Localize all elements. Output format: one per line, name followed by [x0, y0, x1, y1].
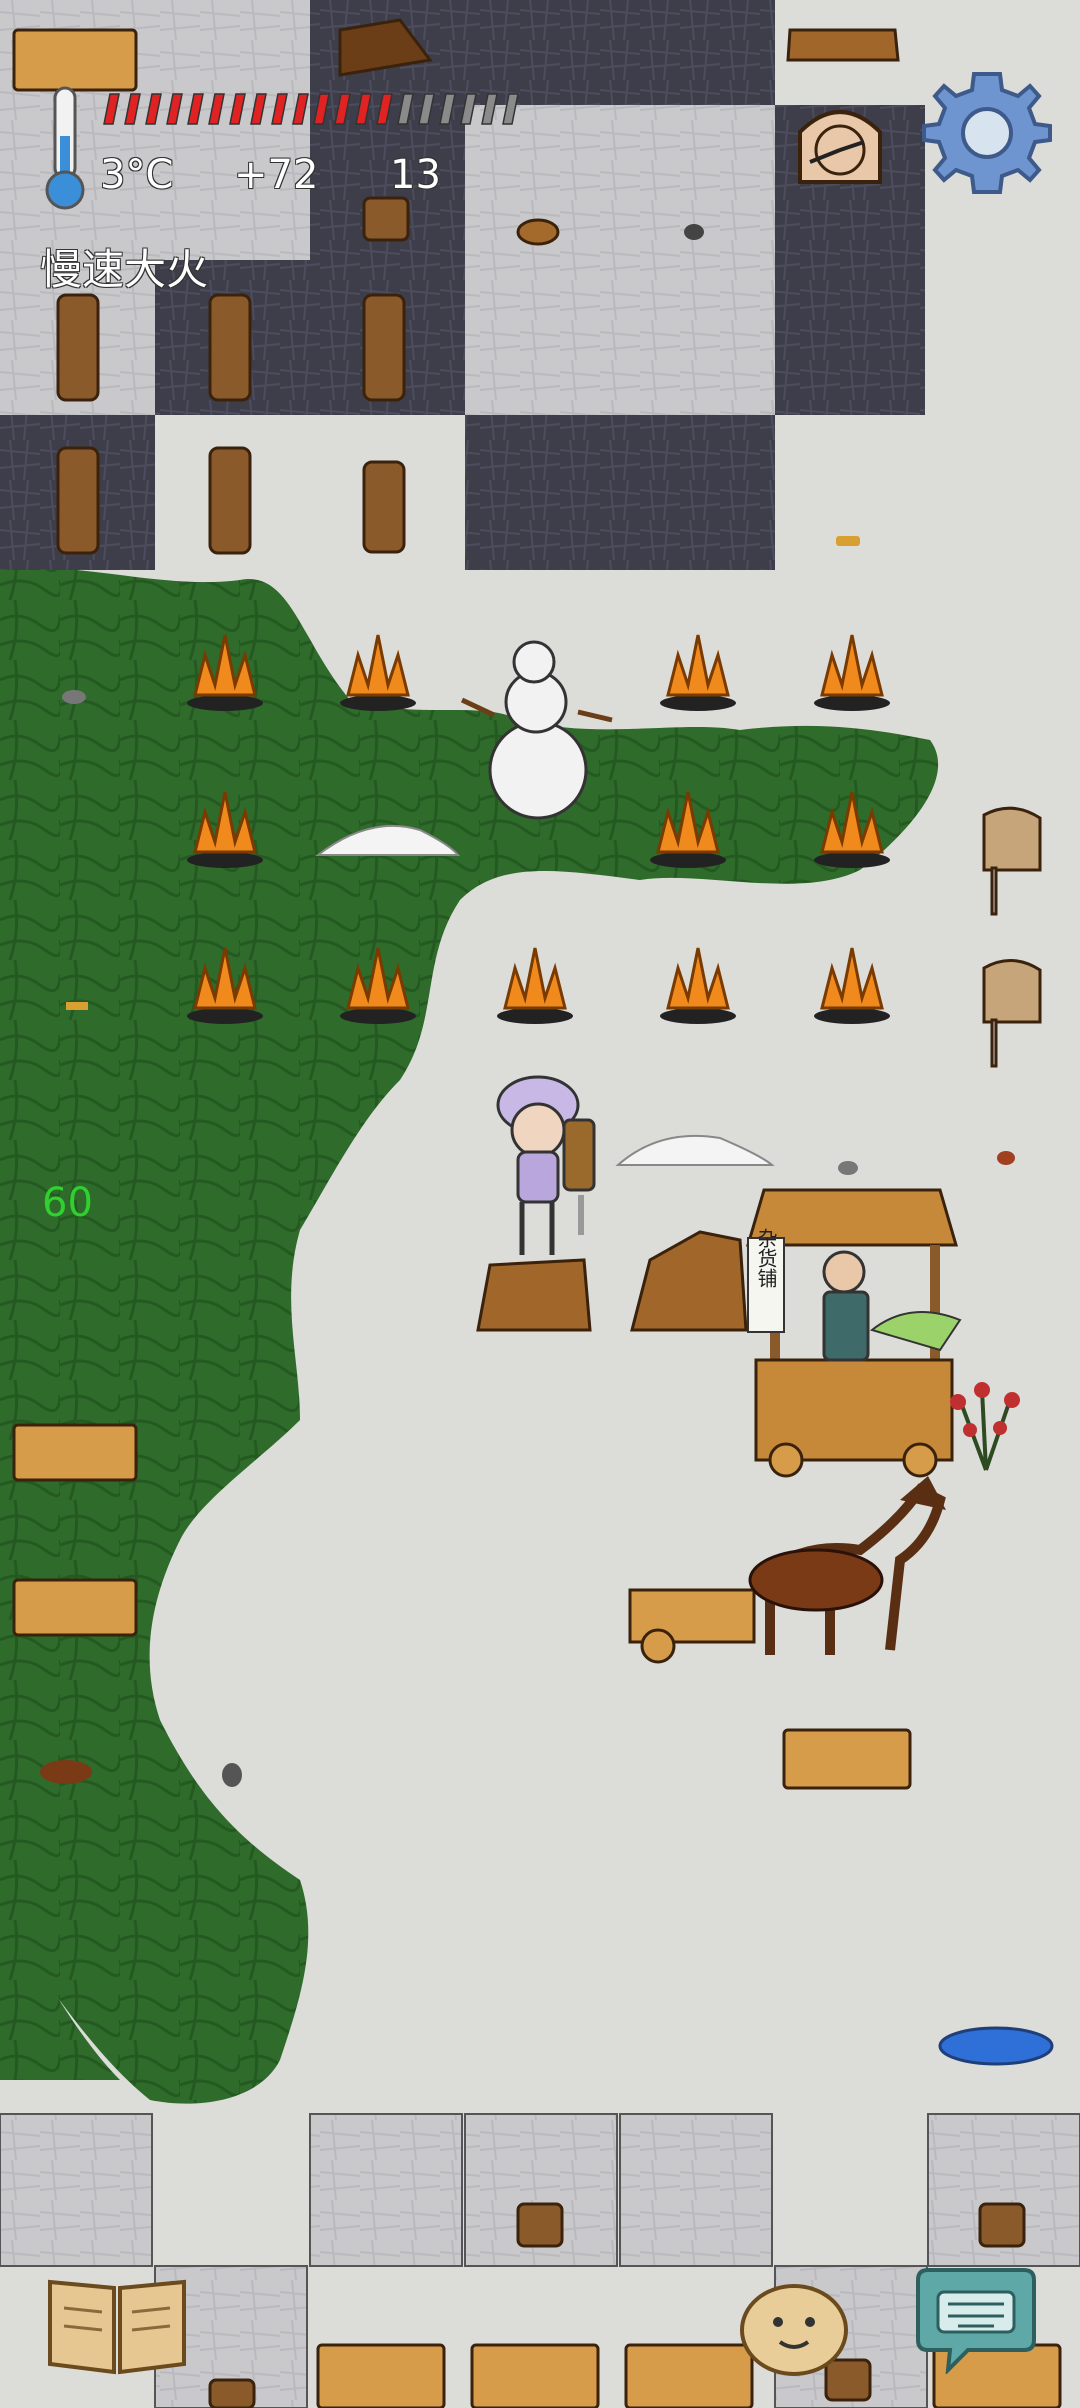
food-bar-segment: [502, 93, 519, 125]
food-bar-segment: [376, 93, 393, 125]
food-bar-segment: [460, 93, 477, 125]
food-bar-segment: [250, 93, 267, 125]
sundial-clock-button[interactable]: [780, 72, 900, 192]
food-bar-segment: [145, 93, 162, 125]
keyboard-chat-icon: [916, 2268, 1036, 2376]
food-bar-segment: [292, 93, 309, 125]
settings-button[interactable]: [922, 66, 1052, 196]
food-bar-segment: [334, 93, 351, 125]
food-bar-segment: [187, 93, 204, 125]
food-bar-segment: [103, 93, 120, 125]
fps-counter: 60: [42, 1180, 93, 1226]
food-bar-segment: [481, 93, 498, 125]
status-text: 慢速大火: [40, 245, 209, 294]
food-bar-segment: [397, 93, 414, 125]
stall-sign: 杂货铺: [754, 1228, 778, 1288]
food-bar: [103, 93, 519, 125]
general-store-stall[interactable]: 杂货铺: [746, 1188, 962, 1478]
sundial-clock-icon: [798, 110, 882, 184]
age-readout: 13: [390, 152, 441, 198]
food-bonus-readout: +72: [234, 152, 319, 198]
food-bar-segment: [124, 93, 141, 125]
food-bar-segment: [313, 93, 330, 125]
gear-icon: [922, 72, 1052, 194]
recipe-book-button[interactable]: [42, 2268, 192, 2378]
ice-puddle[interactable]: [938, 2026, 1054, 2066]
food-bar-segment: [418, 93, 435, 125]
food-bar-segment: [439, 93, 456, 125]
food-bar-segment: [229, 93, 246, 125]
emote-button[interactable]: [738, 2276, 850, 2376]
face-emote-icon: [740, 2284, 848, 2376]
food-bar-segment: [208, 93, 225, 125]
open-book-icon: [48, 2279, 186, 2375]
food-bar-segment: [271, 93, 288, 125]
game-scene[interactable]: 杂货铺: [0, 0, 1080, 2408]
food-bar-segment: [355, 93, 372, 125]
food-bar-segment: [166, 93, 183, 125]
thermometer-icon: [45, 86, 85, 210]
temperature-readout: 3°C: [100, 152, 174, 198]
chat-button[interactable]: [908, 2268, 1044, 2376]
